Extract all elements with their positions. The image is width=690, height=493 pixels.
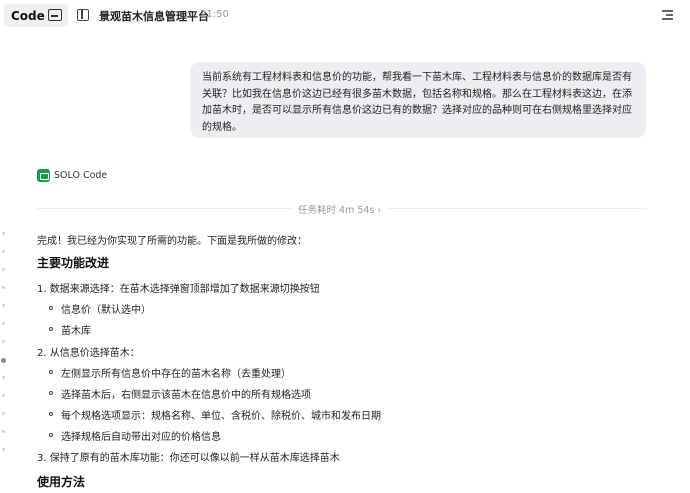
nav-dot-active[interactable] <box>1 358 6 363</box>
scroll-navigator[interactable] <box>0 230 8 470</box>
task-duration-divider: 任务耗时 4m 54s › <box>37 200 647 216</box>
nav-dot[interactable] <box>2 448 5 451</box>
list-item: 3. 保持了原有的苗木库功能：你还可以像以前一样从苗木库选择苗木 <box>37 453 340 464</box>
nav-dot[interactable] <box>2 394 5 397</box>
heading-usage: 使用方法 <box>37 475 86 489</box>
sub-list-item: 左侧显示所有信息价中存在的苗木名称（去重处理） <box>61 369 291 380</box>
assistant-header: SOLO Code <box>37 169 107 182</box>
code-tab[interactable]: Code <box>4 4 68 27</box>
terminal-icon[interactable] <box>48 9 62 21</box>
nav-dot[interactable] <box>2 340 5 343</box>
task-duration-link[interactable]: 任务耗时 4m 54s › <box>292 202 388 216</box>
solo-code-icon <box>37 169 50 182</box>
nav-dot[interactable] <box>2 322 5 325</box>
sidebar-toggle-icon[interactable] <box>77 9 89 21</box>
nav-dot[interactable] <box>2 268 5 271</box>
sub-list-item: 每个规格选项显示：规格名称、单位、含税价、除税价、城市和发布日期 <box>61 411 381 422</box>
nav-dot[interactable] <box>2 412 5 415</box>
heading-main-features: 主要功能改进 <box>37 256 110 270</box>
nav-dot[interactable] <box>2 376 5 379</box>
assistant-name: SOLO Code <box>54 170 108 181</box>
nav-dot[interactable] <box>2 232 5 235</box>
code-tab-label: Code <box>11 8 45 23</box>
list-item: 2. 从信息价选择苗木： <box>37 348 140 359</box>
list-item: 1. 数据来源选择：在苗木选择弹窗顶部增加了数据来源切换按钮 <box>37 284 320 295</box>
sub-list-item: 苗木库 <box>61 326 91 337</box>
user-message-bubble: 当前系统有工程材料表和信息价的功能，帮我看一下苗木库、工程材料表与信息价的数据库… <box>190 62 646 138</box>
project-title: 景观苗木信息管理平台 <box>99 10 209 23</box>
list-menu-icon[interactable] <box>662 10 673 20</box>
nav-dot[interactable] <box>2 250 5 253</box>
bullet <box>49 391 53 395</box>
sub-list-item: 选择苗木后，右侧显示该苗木在信息价中的所有规格选项 <box>61 390 311 401</box>
bullet <box>49 306 53 310</box>
bullet <box>49 370 53 374</box>
bullet <box>49 327 53 331</box>
sub-list-item: 选择规格后自动带出对应的价格信息 <box>61 432 221 443</box>
nav-dot[interactable] <box>2 430 5 433</box>
top-bar: Code 景观苗木信息管理平台 21:50 <box>0 0 690 31</box>
bullet <box>49 433 53 437</box>
nav-dot[interactable] <box>2 304 5 307</box>
timestamp: 21:50 <box>200 9 229 20</box>
intro-text: 完成！我已经为你实现了所需的功能。下面是我所做的修改： <box>37 236 307 247</box>
sub-list-item: 信息价（默认选中） <box>61 305 151 316</box>
nav-dot[interactable] <box>2 286 5 289</box>
bullet <box>49 412 53 416</box>
